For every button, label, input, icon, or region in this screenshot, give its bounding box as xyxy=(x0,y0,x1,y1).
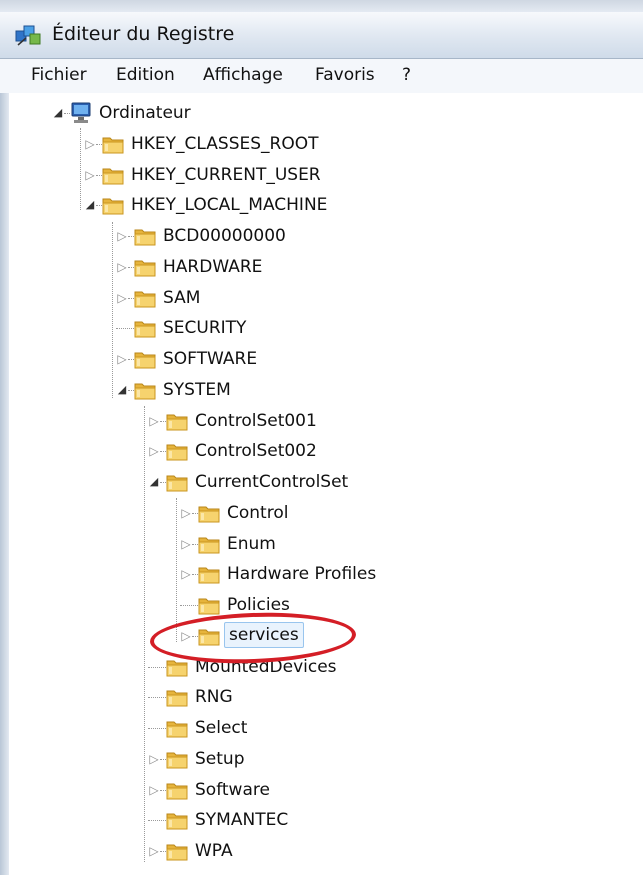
folder-icon xyxy=(166,813,188,830)
folder-icon xyxy=(198,567,220,584)
folder-icon xyxy=(102,198,124,215)
tree-node-label[interactable]: CurrentControlSet xyxy=(192,470,351,494)
tree-node-label[interactable]: HARDWARE xyxy=(160,255,265,279)
registry-tree: ◢ Ordinateur ▷ HKEY_CLASSES_ROOT ▷ HKEY_CURRE… xyxy=(0,0,643,875)
folder-icon xyxy=(166,783,188,800)
tree-node-label[interactable]: ControlSet002 xyxy=(192,439,320,463)
folder-icon xyxy=(134,291,156,308)
tree-node-label[interactable]: Ordinateur xyxy=(96,101,194,125)
tree-node-label[interactable]: HKEY_LOCAL_MACHINE xyxy=(128,193,330,217)
computer-icon xyxy=(71,102,91,123)
tree-node[interactable]: ▷ ControlSet001 xyxy=(0,406,643,436)
tree-node[interactable]: ▷ HKEY_CURRENT_USER xyxy=(0,160,643,190)
collapse-arrow-icon[interactable]: ◢ xyxy=(147,474,161,490)
folder-icon xyxy=(134,352,156,369)
folder-icon xyxy=(198,506,220,523)
tree-node[interactable]: ◢ CurrentControlSet xyxy=(0,467,643,497)
tree-node[interactable]: ▷ WPA xyxy=(0,836,643,866)
tree-node[interactable]: ◢ Ordinateur xyxy=(0,98,643,128)
folder-icon xyxy=(166,752,188,769)
folder-icon xyxy=(134,321,156,338)
expand-arrow-icon[interactable]: ▷ xyxy=(115,259,129,275)
expand-arrow-icon[interactable]: ▷ xyxy=(115,228,129,244)
tree-node-label[interactable]: ControlSet001 xyxy=(192,409,320,433)
expand-arrow-icon[interactable]: ▷ xyxy=(115,290,129,306)
tree-node-label[interactable]: BCD00000000 xyxy=(160,224,289,248)
tree-node-label[interactable]: Control xyxy=(224,501,291,525)
tree-node-label[interactable]: Select xyxy=(192,716,250,740)
tree-node[interactable]: ◢ HKEY_LOCAL_MACHINE xyxy=(0,190,643,220)
expand-arrow-icon[interactable]: ▷ xyxy=(179,566,193,582)
tree-node[interactable]: Select xyxy=(0,713,643,743)
tree-node[interactable]: SYMANTEC xyxy=(0,805,643,835)
expand-arrow-icon[interactable]: ▷ xyxy=(179,536,193,552)
collapse-arrow-icon[interactable]: ◢ xyxy=(115,382,129,398)
tree-node[interactable]: ▷ ControlSet002 xyxy=(0,436,643,466)
folder-icon xyxy=(166,475,188,492)
tree-node-label[interactable]: SECURITY xyxy=(160,316,249,340)
tree-node-label[interactable]: SYSTEM xyxy=(160,378,234,402)
tree-node[interactable]: RNG xyxy=(0,682,643,712)
folder-icon xyxy=(198,598,220,615)
tree-node-label[interactable]: HKEY_CLASSES_ROOT xyxy=(128,132,322,156)
tree-node[interactable]: ▷ Enum xyxy=(0,529,643,559)
expand-arrow-icon[interactable]: ▷ xyxy=(147,443,161,459)
expand-arrow-icon[interactable]: ▷ xyxy=(147,782,161,798)
expand-arrow-icon[interactable]: ▷ xyxy=(179,505,193,521)
folder-icon xyxy=(166,844,188,861)
tree-node[interactable]: ▷ BCD00000000 xyxy=(0,221,643,251)
tree-node-label[interactable]: RNG xyxy=(192,685,236,709)
tree-node[interactable]: ▷ Hardware Profiles xyxy=(0,559,643,589)
folder-icon xyxy=(166,444,188,461)
tree-node[interactable]: ▷ Software xyxy=(0,775,643,805)
tree-node[interactable]: Policies xyxy=(0,590,643,620)
tree-node-label[interactable]: SYMANTEC xyxy=(192,808,291,832)
folder-icon xyxy=(166,414,188,431)
expand-arrow-icon[interactable]: ▷ xyxy=(83,167,97,183)
tree-node[interactable]: ▷ Control xyxy=(0,498,643,528)
tree-node[interactable]: ▷ HKEY_CLASSES_ROOT xyxy=(0,129,643,159)
tree-node[interactable]: ▷ HARDWARE xyxy=(0,252,643,282)
tree-node[interactable]: SECURITY xyxy=(0,313,643,343)
tree-node-label[interactable]: HKEY_CURRENT_USER xyxy=(128,163,324,187)
tree-node-label[interactable]: WPA xyxy=(192,839,236,863)
tree-node-label[interactable]: Setup xyxy=(192,747,247,771)
expand-arrow-icon[interactable]: ▷ xyxy=(115,351,129,367)
expand-arrow-icon[interactable]: ▷ xyxy=(147,843,161,859)
folder-icon xyxy=(102,137,124,154)
folder-icon xyxy=(134,260,156,277)
folder-icon xyxy=(134,229,156,246)
tree-node[interactable]: ▷ SOFTWARE xyxy=(0,344,643,374)
expand-arrow-icon[interactable]: ▷ xyxy=(83,136,97,152)
collapse-arrow-icon[interactable]: ◢ xyxy=(51,105,65,121)
tree-node-label[interactable]: Enum xyxy=(224,532,279,556)
folder-icon xyxy=(134,383,156,400)
tree-node[interactable]: ▷ SAM xyxy=(0,283,643,313)
tree-node-label[interactable]: Hardware Profiles xyxy=(224,562,379,586)
tree-node[interactable]: ◢ SYSTEM xyxy=(0,375,643,405)
tree-node-label[interactable]: Software xyxy=(192,778,273,802)
folder-icon xyxy=(102,168,124,185)
expand-arrow-icon[interactable]: ▷ xyxy=(147,751,161,767)
folder-icon xyxy=(198,537,220,554)
tree-node-label[interactable]: SOFTWARE xyxy=(160,347,260,371)
collapse-arrow-icon[interactable]: ◢ xyxy=(83,197,97,213)
tree-node[interactable]: ▷ Setup xyxy=(0,744,643,774)
tree-node[interactable]: MountedDevices xyxy=(0,652,643,682)
folder-icon xyxy=(166,721,188,738)
expand-arrow-icon[interactable]: ▷ xyxy=(147,413,161,429)
tree-node-label[interactable]: SAM xyxy=(160,286,203,310)
folder-icon xyxy=(166,690,188,707)
